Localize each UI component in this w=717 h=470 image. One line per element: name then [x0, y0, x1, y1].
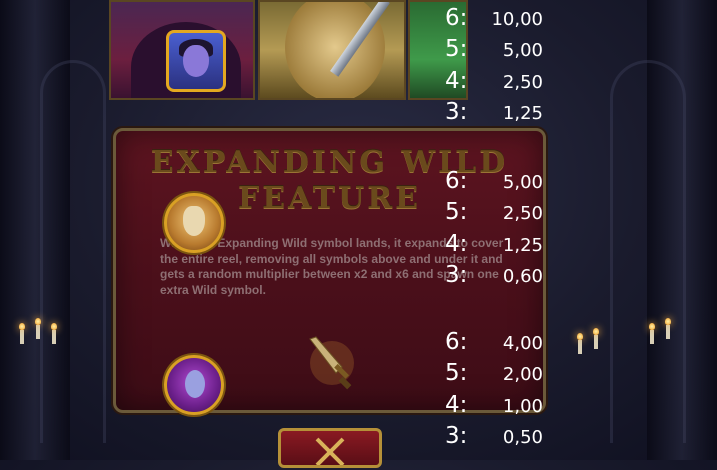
paytable-lion: 6: 5,00 5: 2,50 4: 1,25 3: 0,60	[440, 168, 550, 293]
pay-row: 3: 0,60	[440, 262, 550, 293]
vampire-symbol-icon	[166, 30, 226, 92]
candle	[35, 318, 41, 339]
vampire-face	[183, 45, 209, 77]
lion-symbol-icon	[164, 193, 224, 253]
pay-row: 3: 0,50	[440, 423, 550, 454]
candle	[649, 323, 655, 344]
pay-value: 4,00	[502, 333, 543, 354]
candle	[577, 333, 583, 354]
purple-creature-symbol-icon	[164, 355, 224, 415]
pay-value: 2,50	[502, 71, 543, 93]
pay-count: 3:	[445, 98, 468, 125]
pay-row: 6: 5,00	[440, 168, 550, 199]
pay-count: 3:	[445, 261, 468, 288]
pay-value: 2,00	[502, 364, 543, 386]
pay-value: 5,00	[502, 172, 543, 193]
pay-row: 4: 1,00	[440, 392, 550, 423]
paytable-purple-creature: 6: 4,00 5: 2,00 4: 1,00 3: 0,50	[440, 329, 550, 454]
pay-value: 2,50	[502, 203, 543, 225]
right-arch	[610, 60, 686, 443]
creature-face	[185, 370, 205, 398]
candle	[51, 323, 57, 344]
paytable-vampire: 6: 10,00 5: 5,00 4: 2,50 3: 1,25	[440, 5, 550, 130]
pay-value: 1,25	[502, 234, 543, 256]
pay-row: 3: 1,25	[440, 99, 550, 130]
pay-count: 6:	[445, 5, 468, 31]
dagger-icon	[309, 336, 354, 390]
pay-row: 5: 2,00	[440, 360, 550, 391]
pay-value: 0,50	[502, 426, 543, 448]
candle	[665, 318, 671, 339]
pay-count: 5:	[445, 360, 468, 387]
pay-row: 5: 5,00	[440, 36, 550, 67]
pay-value: 1,25	[502, 102, 543, 124]
pay-count: 4:	[445, 391, 468, 418]
pay-count: 3:	[445, 422, 468, 449]
pay-value: 0,60	[502, 265, 543, 287]
lion-face	[183, 206, 205, 236]
pay-count: 5:	[445, 199, 468, 226]
pay-row: 4: 2,50	[440, 68, 550, 99]
pay-value: 1,00	[502, 395, 543, 417]
close-button[interactable]	[278, 428, 382, 468]
pay-value: 5,00	[502, 40, 543, 62]
candle	[593, 328, 599, 349]
reel-symbol-lion-knight	[258, 0, 406, 100]
pay-row: 4: 1,25	[440, 231, 550, 262]
pay-row: 6: 4,00	[440, 329, 550, 360]
pay-row: 5: 2,50	[440, 199, 550, 230]
pay-count: 5:	[445, 36, 468, 63]
candle	[19, 323, 25, 344]
pay-count: 4:	[445, 67, 468, 94]
pay-count: 6:	[445, 168, 468, 194]
pay-count: 4:	[445, 230, 468, 257]
pay-value: 10,00	[491, 9, 543, 30]
reel-symbol-vampire	[109, 0, 255, 100]
left-arch	[40, 60, 106, 443]
pay-row: 6: 10,00	[440, 5, 550, 36]
pay-count: 6:	[445, 329, 468, 355]
